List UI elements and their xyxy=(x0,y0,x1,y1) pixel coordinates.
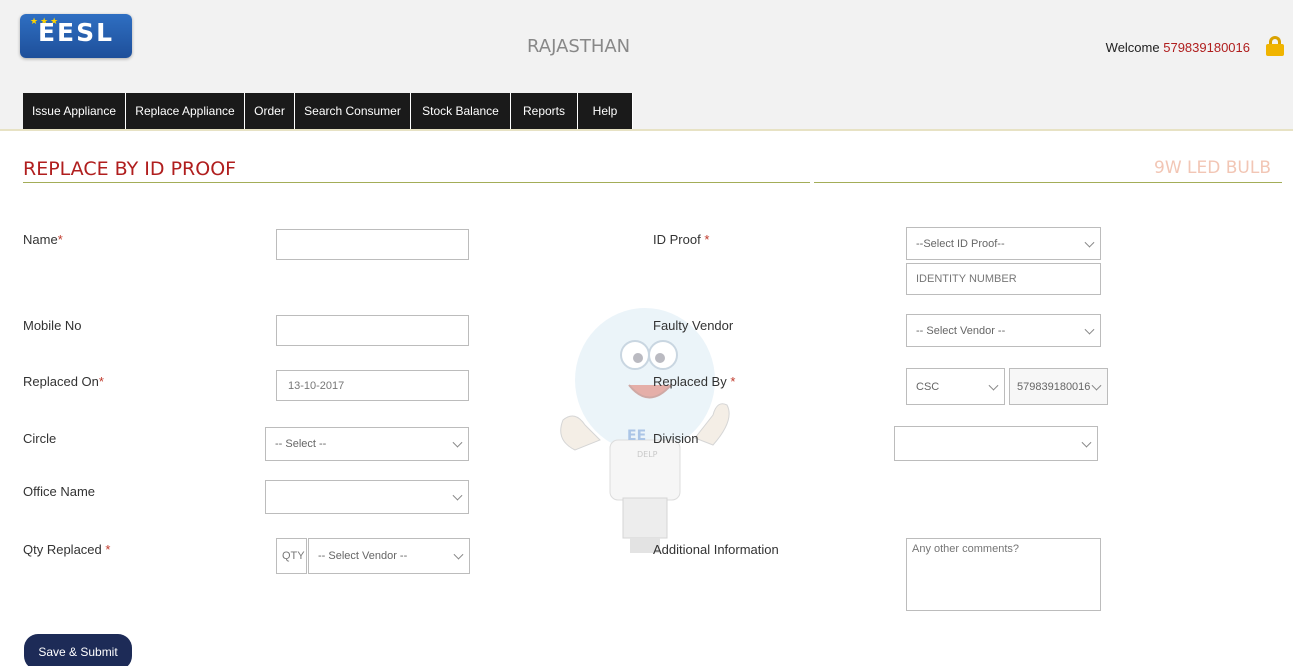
identity-number-input[interactable]: IDENTITY NUMBER xyxy=(906,263,1101,295)
id-proof-select-value: --Select ID Proof-- xyxy=(916,237,1005,250)
replaced-on-date-input[interactable]: 13-10-2017 xyxy=(276,370,469,401)
replaced-on-label-text: Replaced On xyxy=(23,374,99,389)
replaced-by-label-text: Replaced By xyxy=(653,374,727,389)
product-name: 9W LED BULB xyxy=(1154,158,1271,178)
nav-replace-appliance[interactable]: Replace Appliance xyxy=(126,93,245,130)
qty-replaced-label-text: Qty Replaced xyxy=(23,542,102,557)
header-bar: ★★★ EESL RAJASTHAN Welcome 579839180016 … xyxy=(0,0,1293,130)
mobile-label: Mobile No xyxy=(23,318,82,333)
nav-order[interactable]: Order xyxy=(245,93,295,130)
faulty-vendor-label: Faulty Vendor xyxy=(653,318,734,333)
circle-select[interactable]: -- Select -- xyxy=(265,427,469,461)
main-nav: Issue Appliance Replace Appliance Order … xyxy=(23,93,633,130)
office-name-label: Office Name xyxy=(23,484,96,499)
nav-help[interactable]: Help xyxy=(578,93,633,130)
division-select[interactable] xyxy=(894,426,1098,461)
user-id: 579839180016 xyxy=(1163,40,1250,55)
state-name: RAJASTHAN xyxy=(527,36,631,57)
id-proof-label-text: ID Proof xyxy=(653,232,701,247)
chevron-down-icon xyxy=(1091,380,1102,391)
replaced-by-label: Replaced By * xyxy=(653,374,735,389)
mobile-input[interactable] xyxy=(276,315,469,346)
required-marker: * xyxy=(57,232,63,247)
qty-vendor-select[interactable]: -- Select Vendor -- xyxy=(308,538,470,574)
product-underline xyxy=(814,182,1282,183)
replaced-by-type-select[interactable]: CSC xyxy=(906,368,1005,405)
chevron-down-icon xyxy=(988,380,999,391)
logo-text: EESL xyxy=(37,18,115,47)
division-label: Division xyxy=(653,431,699,446)
qty-replaced-label: Qty Replaced * xyxy=(23,542,110,557)
nav-search-consumer[interactable]: Search Consumer xyxy=(295,93,411,130)
chevron-down-icon xyxy=(452,490,463,501)
qty-input[interactable]: QTY xyxy=(276,538,307,574)
qty-vendor-select-value: -- Select Vendor -- xyxy=(318,550,408,562)
nav-issue-appliance[interactable]: Issue Appliance xyxy=(23,93,126,130)
chevron-down-icon xyxy=(453,549,464,560)
faulty-vendor-select[interactable]: -- Select Vendor -- xyxy=(906,314,1101,347)
welcome-label: Welcome xyxy=(1105,40,1160,55)
chevron-down-icon xyxy=(452,437,463,448)
svg-text:EE: EE xyxy=(627,428,646,444)
id-proof-select[interactable]: --Select ID Proof-- xyxy=(906,227,1101,260)
name-input[interactable] xyxy=(276,229,469,260)
lock-icon[interactable] xyxy=(1266,36,1284,56)
circle-select-value: -- Select -- xyxy=(275,438,327,450)
office-name-select[interactable] xyxy=(265,480,469,514)
nav-stock-balance[interactable]: Stock Balance xyxy=(411,93,511,130)
replaced-by-id-value: 579839180016 xyxy=(1017,380,1091,393)
name-label-text: Name xyxy=(23,232,58,247)
replaced-on-label: Replaced On* xyxy=(23,374,104,389)
required-marker: * xyxy=(105,542,111,557)
eesl-logo[interactable]: ★★★ EESL xyxy=(20,14,132,58)
faulty-vendor-select-value: -- Select Vendor -- xyxy=(916,324,1006,337)
id-proof-label: ID Proof * xyxy=(653,232,709,247)
chevron-down-icon xyxy=(1084,324,1095,335)
required-marker: * xyxy=(704,232,710,247)
title-underline xyxy=(23,182,810,183)
mascot-watermark-icon: EE DELP xyxy=(560,308,730,553)
additional-info-label: Additional Information xyxy=(653,542,779,557)
replaced-by-type-value: CSC xyxy=(916,380,940,393)
replaced-by-id-select[interactable]: 579839180016 xyxy=(1009,368,1108,405)
save-submit-button[interactable]: Save & Submit xyxy=(24,634,132,666)
nav-reports[interactable]: Reports xyxy=(511,93,578,130)
welcome-text: Welcome 579839180016 xyxy=(1106,40,1250,55)
additional-info-textarea[interactable] xyxy=(906,538,1101,611)
header-divider xyxy=(0,129,1293,131)
chevron-down-icon xyxy=(1084,237,1095,248)
required-marker: * xyxy=(98,374,104,389)
required-marker: * xyxy=(730,374,736,389)
chevron-down-icon xyxy=(1081,437,1092,448)
svg-text:DELP: DELP xyxy=(637,450,658,459)
circle-label: Circle xyxy=(23,431,57,446)
name-label: Name* xyxy=(23,232,63,247)
page-title: REPLACE BY ID PROOF xyxy=(23,158,237,180)
